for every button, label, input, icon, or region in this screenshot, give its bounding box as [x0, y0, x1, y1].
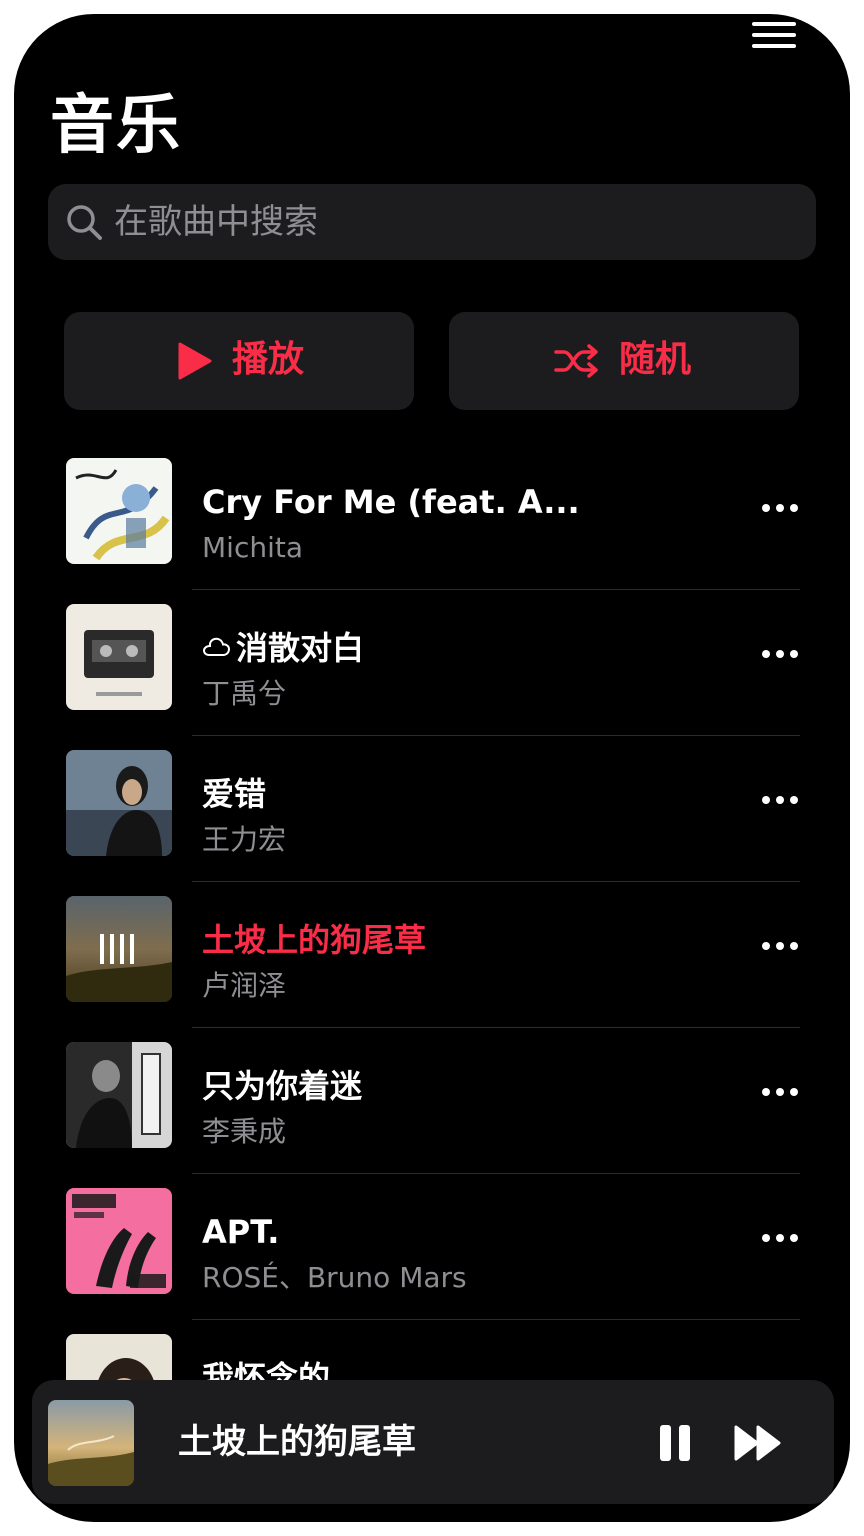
search-bar[interactable]: 在歌曲中搜索 [48, 184, 816, 260]
hamburger-icon[interactable] [752, 22, 796, 48]
more-options-icon[interactable] [760, 940, 800, 952]
equalizer-icon [100, 934, 104, 964]
more-options-icon[interactable] [760, 502, 800, 514]
phone-screen: 音乐 在歌曲中搜索 播放 随机 Cry For Me (feat. A... M… [14, 14, 850, 1522]
mini-player[interactable]: 土坡上的狗尾草 [32, 1380, 834, 1504]
album-art [66, 604, 172, 710]
song-row[interactable]: APT. ROSÉ、Bruno Mars [14, 1174, 850, 1320]
song-title: 爱错 [202, 775, 267, 813]
song-row[interactable]: Cry For Me (feat. A... Michita [14, 444, 850, 590]
now-playing-art [48, 1400, 134, 1486]
song-row[interactable]: 只为你着迷 李秉成 [14, 1028, 850, 1174]
song-row[interactable]: 爱错 王力宏 [14, 736, 850, 882]
page-title: 音乐 [50, 89, 182, 163]
song-title: 土坡上的狗尾草 [202, 921, 427, 959]
pause-icon[interactable] [658, 1424, 692, 1462]
song-row[interactable]: 消散对白 丁禹兮 [14, 590, 850, 736]
song-title-container: 消散对白 [202, 626, 364, 670]
song-title: 消散对白 [236, 629, 365, 667]
now-playing-title: 土坡上的狗尾草 [178, 1422, 416, 1462]
album-art [66, 750, 172, 856]
song-title: APT. [202, 1213, 280, 1251]
forward-icon[interactable] [734, 1424, 782, 1462]
shuffle-button[interactable]: 随机 [449, 312, 799, 410]
song-artist: 卢润泽 [202, 969, 287, 1002]
shuffle-button-label: 随机 [619, 339, 692, 380]
album-art [66, 1188, 172, 1294]
song-title: Cry For Me (feat. A... [202, 483, 580, 521]
play-icon [178, 342, 212, 380]
shuffle-icon [554, 344, 598, 378]
song-row[interactable]: 土坡上的狗尾草 卢润泽 [14, 882, 850, 1028]
album-art [66, 458, 172, 564]
play-button[interactable]: 播放 [64, 312, 414, 410]
search-icon [67, 205, 102, 240]
search-input[interactable]: 在歌曲中搜索 [114, 200, 318, 244]
album-art [66, 1042, 172, 1148]
song-artist: 丁禹兮 [202, 677, 287, 710]
song-artist: 李秉成 [202, 1115, 287, 1148]
more-options-icon[interactable] [760, 648, 800, 660]
more-options-icon[interactable] [760, 794, 800, 806]
more-options-icon[interactable] [760, 1232, 800, 1244]
cloud-icon [202, 637, 230, 656]
more-options-icon[interactable] [760, 1086, 800, 1098]
play-button-label: 播放 [232, 339, 305, 380]
song-artist: Michita [202, 531, 303, 564]
song-artist: ROSÉ、Bruno Mars [202, 1261, 467, 1294]
album-art [66, 896, 172, 1002]
song-title: 只为你着迷 [202, 1067, 363, 1105]
song-artist: 王力宏 [202, 823, 287, 856]
